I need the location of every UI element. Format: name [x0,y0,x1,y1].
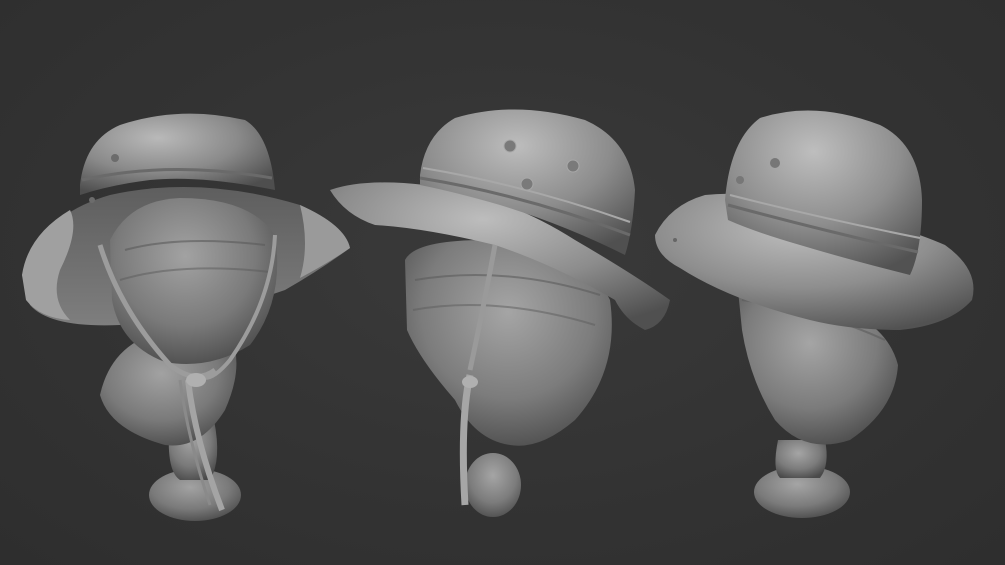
render-viewport [0,0,1005,565]
hat-render-side [325,0,680,565]
hat-render-front [0,0,360,565]
hat-side-sculpt [330,109,670,517]
hat-back-sculpt [655,110,974,518]
hat-render-back [650,0,1005,565]
hat-front-sculpt [22,113,350,521]
